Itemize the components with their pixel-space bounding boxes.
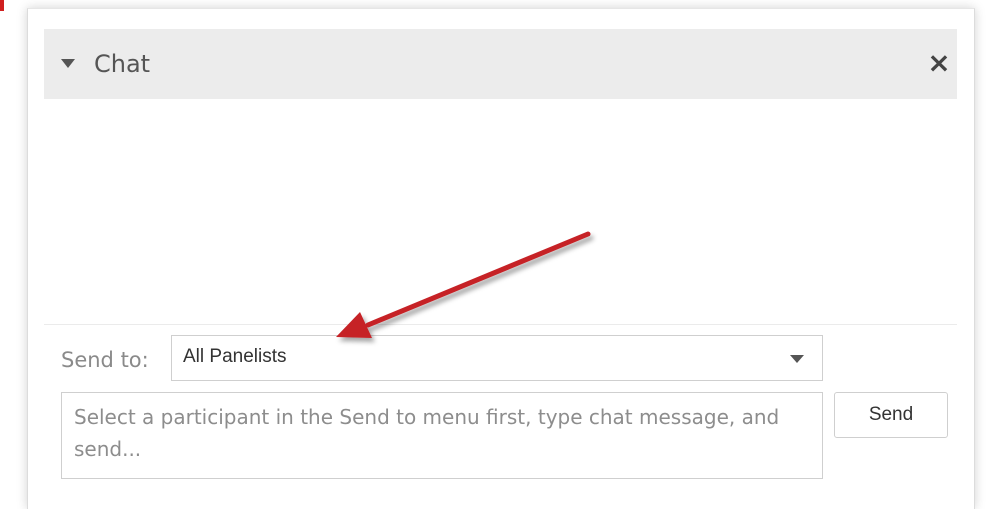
caret-down-icon[interactable] xyxy=(61,59,75,68)
chat-title: Chat xyxy=(94,50,151,78)
divider xyxy=(44,324,957,325)
chat-message-area xyxy=(44,99,957,323)
chat-header[interactable]: Chat × xyxy=(44,29,957,99)
send-to-selected-value: All Panelists xyxy=(183,346,287,367)
send-button[interactable]: Send xyxy=(834,392,948,438)
chat-panel: Chat × Send to: All Panelists Send xyxy=(27,8,975,509)
close-icon[interactable]: × xyxy=(925,49,953,77)
red-corner-mark xyxy=(0,0,4,11)
send-to-dropdown[interactable]: All Panelists xyxy=(171,335,823,381)
send-to-label: Send to: xyxy=(61,348,149,372)
chevron-down-icon[interactable] xyxy=(790,355,804,363)
chat-message-input[interactable] xyxy=(61,392,823,479)
